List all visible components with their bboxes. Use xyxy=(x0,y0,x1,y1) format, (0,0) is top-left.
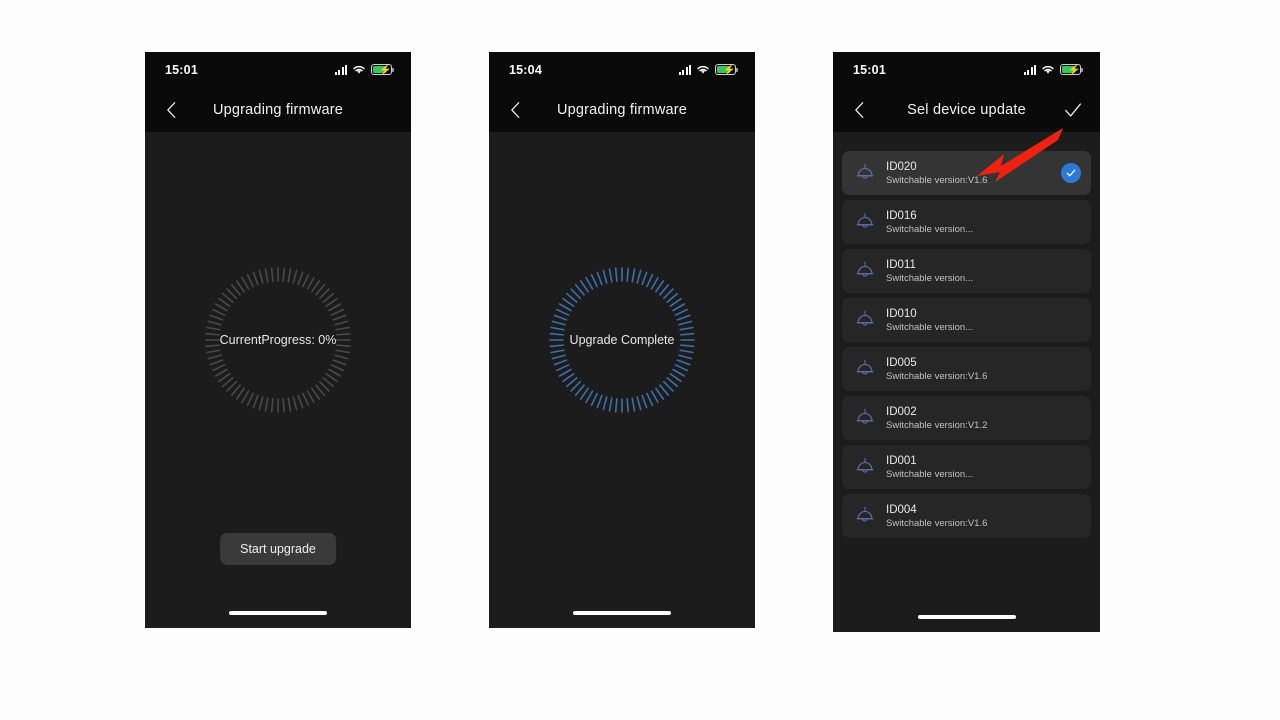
battery-charging-icon: ⚡ xyxy=(371,64,394,76)
page-title: Sel device update xyxy=(907,101,1026,118)
nav-bar: Sel device update xyxy=(833,87,1100,132)
device-version: Switchable version... xyxy=(886,272,974,284)
status-icons: ⚡ xyxy=(334,64,394,76)
page-title: Upgrading firmware xyxy=(212,101,344,118)
device-version: Switchable version... xyxy=(886,468,974,480)
list-item[interactable]: ID001 Switchable version... xyxy=(842,445,1091,489)
device-version: Switchable version:V1.6 xyxy=(886,174,988,186)
device-version: Switchable version... xyxy=(886,223,974,235)
list-item[interactable]: ID020 Switchable version:V1.6 xyxy=(842,151,1091,195)
device-name: ID010 xyxy=(886,307,917,320)
device-name: ID011 xyxy=(886,258,916,271)
device-text: ID005 Switchable version:V1.6 xyxy=(886,357,987,382)
selected-check-badge[interactable] xyxy=(1061,163,1081,183)
nav-bar: Upgrading firmware xyxy=(489,87,755,132)
wifi-icon xyxy=(353,66,365,74)
nav-bar: Upgrading firmware xyxy=(145,87,411,132)
signal-bars-icon xyxy=(334,64,347,75)
device-name: ID020 xyxy=(886,160,917,173)
pendant-lamp-icon xyxy=(856,359,874,375)
upgrade-body: Upgrade Complete xyxy=(489,132,755,628)
device-version: Switchable version:V1.2 xyxy=(886,419,988,431)
upgrade-body: CurrentProgress: 0% Start upgrade xyxy=(145,132,411,628)
status-bar: 15:04 ⚡ xyxy=(489,52,755,87)
device-name: ID002 xyxy=(886,405,917,418)
device-text: ID002 Switchable version:V1.2 xyxy=(886,406,987,431)
device-name: ID005 xyxy=(886,356,917,369)
chevron-left-icon[interactable] xyxy=(505,99,527,121)
list-item[interactable]: ID016 Switchable version... xyxy=(842,200,1091,244)
checkmark-icon xyxy=(1066,169,1076,177)
progress-ring: Upgrade Complete xyxy=(547,265,697,415)
device-text: ID016 Switchable version... xyxy=(886,210,973,235)
pendant-lamp-icon xyxy=(856,457,874,473)
pendant-lamp-icon xyxy=(856,212,874,228)
device-version: Switchable version... xyxy=(886,321,974,333)
phone-screen-upgrade-start: 15:01 ⚡ Upgrading firmware CurrentProgre… xyxy=(145,52,411,628)
progress-ring: CurrentProgress: 0% xyxy=(203,265,353,415)
signal-bars-icon xyxy=(1023,64,1036,75)
device-name: ID016 xyxy=(886,209,917,222)
home-indicator[interactable] xyxy=(917,615,1016,619)
signal-bars-icon xyxy=(678,64,691,75)
device-version: Switchable version:V1.6 xyxy=(886,517,988,529)
page-title: Upgrading firmware xyxy=(556,101,688,118)
status-bar: 15:01 ⚡ xyxy=(145,52,411,87)
status-icons: ⚡ xyxy=(1023,64,1083,76)
progress-label: Upgrade Complete xyxy=(569,333,675,347)
device-text: ID010 Switchable version... xyxy=(886,308,973,333)
status-icons: ⚡ xyxy=(678,64,738,76)
device-list: ID020 Switchable version:V1.6 ID016 Swit… xyxy=(833,132,1100,538)
progress-label: CurrentProgress: 0% xyxy=(219,333,337,347)
status-time: 15:01 xyxy=(165,62,198,77)
device-name: ID004 xyxy=(886,503,917,516)
pendant-lamp-icon xyxy=(856,506,874,522)
phone-screen-upgrade-complete: 15:04 ⚡ Upgrading firmware Upgrade Compl… xyxy=(489,52,755,628)
list-item[interactable]: ID011 Switchable version... xyxy=(842,249,1091,293)
chevron-left-icon[interactable] xyxy=(849,99,871,121)
list-item[interactable]: ID002 Switchable version:V1.2 xyxy=(842,396,1091,440)
wifi-icon xyxy=(697,66,709,74)
screenshot-stage: 15:01 ⚡ Upgrading firmware CurrentProgre… xyxy=(0,0,1280,720)
home-indicator[interactable] xyxy=(573,611,671,615)
device-text: ID020 Switchable version:V1.6 xyxy=(886,161,987,186)
home-indicator[interactable] xyxy=(229,611,327,615)
pendant-lamp-icon xyxy=(856,163,874,179)
device-name: ID001 xyxy=(886,454,917,467)
status-time: 15:04 xyxy=(509,62,542,77)
wifi-icon xyxy=(1042,66,1054,74)
chevron-left-icon[interactable] xyxy=(161,99,183,121)
list-item[interactable]: ID004 Switchable version:V1.6 xyxy=(842,494,1091,538)
start-upgrade-button[interactable]: Start upgrade xyxy=(220,533,336,565)
device-text: ID001 Switchable version... xyxy=(886,455,973,480)
list-item[interactable]: ID010 Switchable version... xyxy=(842,298,1091,342)
checkmark-icon[interactable] xyxy=(1062,99,1084,121)
device-version: Switchable version:V1.6 xyxy=(886,370,988,382)
pendant-lamp-icon xyxy=(856,310,874,326)
device-text: ID004 Switchable version:V1.6 xyxy=(886,504,987,529)
battery-charging-icon: ⚡ xyxy=(1060,64,1083,76)
status-time: 15:01 xyxy=(853,62,886,77)
status-bar: 15:01 ⚡ xyxy=(833,52,1100,87)
phone-screen-select-device: 15:01 ⚡ Sel device update ID020 Switchab… xyxy=(833,52,1100,632)
pendant-lamp-icon xyxy=(856,261,874,277)
list-item[interactable]: ID005 Switchable version:V1.6 xyxy=(842,347,1091,391)
battery-charging-icon: ⚡ xyxy=(715,64,738,76)
pendant-lamp-icon xyxy=(856,408,874,424)
device-text: ID011 Switchable version... xyxy=(886,259,973,284)
